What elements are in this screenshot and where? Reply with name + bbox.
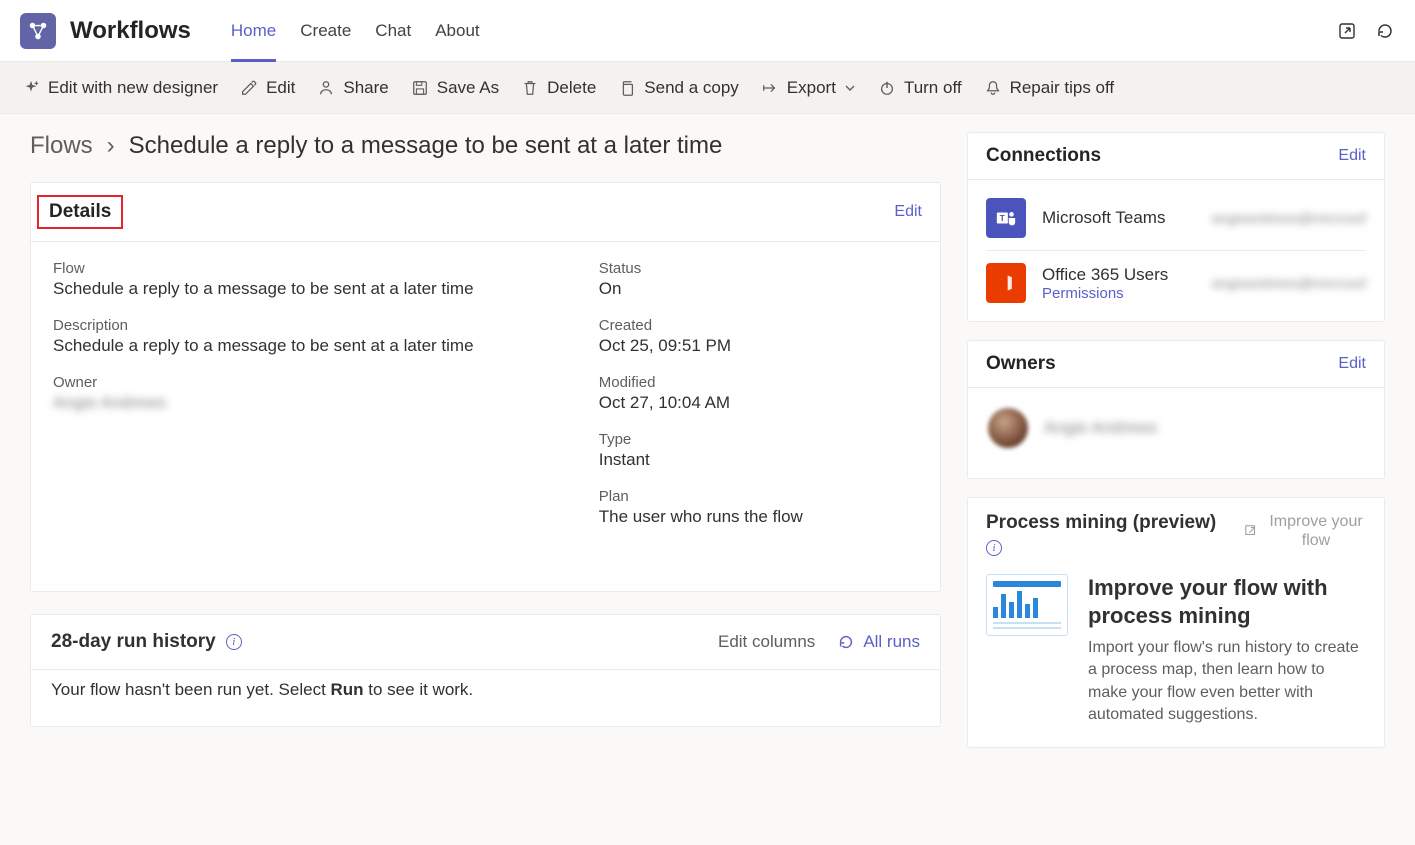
details-title-highlight: Details bbox=[37, 195, 123, 229]
status-value: On bbox=[599, 279, 918, 299]
connection-email: angieandrews@microsof bbox=[1212, 275, 1366, 291]
modified-label: Modified bbox=[599, 374, 918, 391]
top-nav: Home Create Chat About bbox=[219, 0, 492, 62]
flow-value: Schedule a reply to a message to be sent… bbox=[53, 279, 569, 299]
flow-label: Flow bbox=[53, 260, 569, 277]
improve-flow-link[interactable]: Improve your flow bbox=[1244, 512, 1366, 550]
connections-card: Connections Edit T Microsoft Teams angie… bbox=[967, 132, 1385, 322]
owner-name: Angie Andrews bbox=[1044, 418, 1157, 438]
nav-home[interactable]: Home bbox=[219, 0, 288, 62]
share-button[interactable]: Share bbox=[317, 78, 388, 98]
process-mining-description: Import your flow's run history to create… bbox=[1088, 637, 1366, 727]
created-value: Oct 25, 09:51 PM bbox=[599, 336, 918, 356]
owners-title: Owners bbox=[986, 353, 1056, 375]
type-label: Type bbox=[599, 431, 918, 448]
connection-row-teams[interactable]: T Microsoft Teams angieandrews@microsof bbox=[968, 190, 1384, 246]
toolbar: Edit with new designer Edit Share Save A… bbox=[0, 62, 1415, 114]
run-history-empty-text: Your flow hasn't been run yet. Select Ru… bbox=[31, 669, 940, 726]
description-value: Schedule a reply to a message to be sent… bbox=[53, 336, 569, 356]
nav-about[interactable]: About bbox=[423, 0, 491, 62]
info-icon[interactable]: i bbox=[226, 634, 242, 650]
export-icon bbox=[761, 79, 779, 97]
save-as-button[interactable]: Save As bbox=[411, 78, 499, 98]
chevron-down-icon bbox=[844, 82, 856, 94]
connection-row-office[interactable]: Office 365 Users Permissions angieandrew… bbox=[968, 255, 1384, 311]
save-icon bbox=[411, 79, 429, 97]
connection-name: Microsoft Teams bbox=[1042, 208, 1165, 228]
connection-name: Office 365 Users bbox=[1042, 265, 1168, 285]
breadcrumb-root[interactable]: Flows bbox=[30, 132, 93, 160]
type-value: Instant bbox=[599, 450, 918, 470]
owner-row: Angie Andrews bbox=[968, 388, 1384, 478]
edit-button[interactable]: Edit bbox=[240, 78, 295, 98]
trash-icon bbox=[521, 79, 539, 97]
divider bbox=[986, 250, 1366, 251]
connections-title: Connections bbox=[986, 145, 1101, 167]
all-runs-link[interactable]: All runs bbox=[837, 632, 920, 652]
nav-chat[interactable]: Chat bbox=[363, 0, 423, 62]
app-logo bbox=[20, 13, 56, 49]
connection-permissions-link[interactable]: Permissions bbox=[1042, 285, 1168, 302]
run-history-title: 28-day run history bbox=[51, 631, 216, 653]
copy-icon bbox=[618, 79, 636, 97]
status-label: Status bbox=[599, 260, 918, 277]
owners-edit-link[interactable]: Edit bbox=[1338, 355, 1366, 373]
popout-icon[interactable] bbox=[1337, 21, 1357, 41]
repair-tips-button[interactable]: Repair tips off bbox=[984, 78, 1115, 98]
owner-avatar bbox=[988, 408, 1028, 448]
nav-create[interactable]: Create bbox=[288, 0, 363, 62]
process-mining-chart-icon bbox=[986, 574, 1068, 636]
refresh-small-icon bbox=[837, 633, 855, 651]
owners-card: Owners Edit Angie Andrews bbox=[967, 340, 1385, 479]
send-copy-button[interactable]: Send a copy bbox=[618, 78, 739, 98]
process-mining-heading: Improve your flow with process mining bbox=[1088, 574, 1366, 629]
run-history-card: 28-day run history i Edit columns All ru… bbox=[30, 614, 941, 727]
details-edit-link[interactable]: Edit bbox=[894, 203, 922, 221]
svg-text:T: T bbox=[1000, 214, 1005, 223]
details-title: Details bbox=[49, 201, 111, 223]
description-label: Description bbox=[53, 317, 569, 334]
plan-label: Plan bbox=[599, 488, 918, 505]
process-mining-title: Process mining (preview) bbox=[986, 512, 1216, 534]
breadcrumb-current: Schedule a reply to a message to be sent… bbox=[129, 132, 723, 160]
top-header: Workflows Home Create Chat About bbox=[0, 0, 1415, 62]
owner-label: Owner bbox=[53, 374, 569, 391]
connection-email: angieandrews@microsof bbox=[1212, 210, 1366, 226]
pencil-icon bbox=[240, 79, 258, 97]
export-button[interactable]: Export bbox=[761, 78, 856, 98]
edit-new-designer-button[interactable]: Edit with new designer bbox=[22, 78, 218, 98]
process-mining-card: Process mining (preview) i Improve your … bbox=[967, 497, 1385, 748]
owner-value: Angie Andrews bbox=[53, 393, 569, 413]
created-label: Created bbox=[599, 317, 918, 334]
bell-icon bbox=[984, 79, 1002, 97]
teams-icon: T bbox=[986, 198, 1026, 238]
external-link-icon bbox=[1244, 524, 1258, 538]
connections-edit-link[interactable]: Edit bbox=[1338, 147, 1366, 165]
app-title: Workflows bbox=[70, 17, 191, 45]
delete-button[interactable]: Delete bbox=[521, 78, 596, 98]
office-icon bbox=[986, 263, 1026, 303]
breadcrumb: Flows › Schedule a reply to a message to… bbox=[30, 132, 941, 160]
sparkle-icon bbox=[22, 79, 40, 97]
refresh-icon[interactable] bbox=[1375, 21, 1395, 41]
breadcrumb-separator-icon: › bbox=[107, 132, 115, 160]
workflows-icon bbox=[27, 20, 49, 42]
details-card: Details Edit Flow Schedule a reply to a … bbox=[30, 182, 941, 592]
info-icon[interactable]: i bbox=[986, 540, 1002, 556]
share-icon bbox=[317, 79, 335, 97]
plan-value: The user who runs the flow bbox=[599, 507, 918, 527]
edit-columns-link[interactable]: Edit columns bbox=[718, 632, 815, 652]
power-icon bbox=[878, 79, 896, 97]
turn-off-button[interactable]: Turn off bbox=[878, 78, 962, 98]
modified-value: Oct 27, 10:04 AM bbox=[599, 393, 918, 413]
